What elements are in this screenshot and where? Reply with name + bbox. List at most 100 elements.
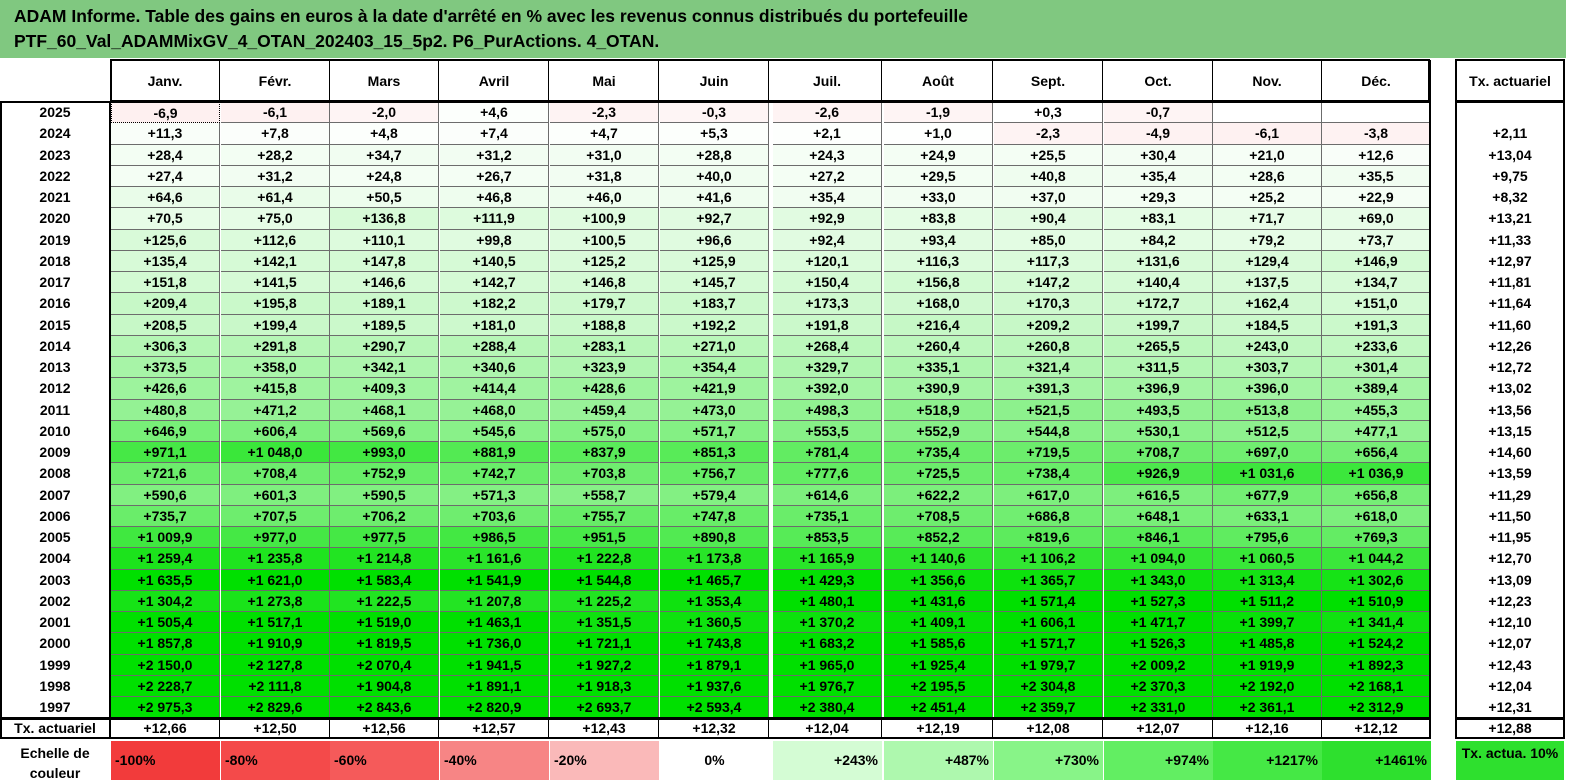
row-rate: +13,56	[1488, 401, 1532, 418]
heatmap-cell: +342,1	[330, 357, 439, 379]
footer-rate: +12,43	[550, 718, 659, 740]
heatmap-cell: +1 635,5	[111, 569, 220, 591]
heatmap-cell: +2 192,0	[1213, 675, 1322, 697]
heatmap-cell: -2,0	[330, 102, 439, 124]
heatmap-cell: -1,9	[884, 102, 993, 124]
heatmap-cell: +191,8	[773, 314, 882, 336]
heatmap-cell: +648,1	[1104, 505, 1213, 527]
heatmap-cell: +1 356,6	[884, 569, 993, 591]
heatmap-cell: +881,9	[440, 442, 549, 464]
year-label: 2003	[39, 571, 71, 588]
heatmap-cell: +1 341,4	[1322, 612, 1431, 634]
heatmap-cell: +1 527,3	[1104, 590, 1213, 612]
heatmap-cell: +189,1	[330, 293, 439, 315]
heatmap-cell: +96,6	[660, 229, 769, 251]
month-header: Nov.	[1213, 60, 1322, 102]
heatmap-cell: +706,2	[330, 505, 439, 527]
heatmap-cell: +37,0	[994, 187, 1103, 209]
heatmap-cell: +1 918,3	[550, 675, 659, 697]
month-header: Mai	[550, 60, 659, 102]
heatmap-cell: +396,0	[1213, 378, 1322, 400]
scale-rate-swatch: Tx. actua. 10%	[1456, 741, 1564, 780]
heatmap-cell: +24,3	[773, 144, 882, 166]
row-rate: +12,23	[1488, 592, 1532, 609]
heatmap-cell: +140,5	[440, 250, 549, 272]
heatmap-cell: +260,4	[884, 335, 993, 357]
year-label: 2001	[39, 614, 71, 630]
heatmap-cell: +209,4	[111, 293, 220, 315]
heatmap-cell: +1 965,0	[773, 654, 882, 676]
year-label: 2020	[39, 210, 71, 227]
heatmap-cell: +853,5	[773, 527, 882, 549]
heatmap-cell: +1 036,9	[1322, 463, 1431, 485]
heatmap-cell: +1 904,8	[330, 675, 439, 697]
heatmap-cell: +85,0	[994, 229, 1103, 251]
heatmap-cell: +35,4	[773, 187, 882, 209]
heatmap-cell: +61,4	[221, 187, 330, 209]
heatmap-cell: +1 511,2	[1213, 590, 1322, 612]
heatmap-cell: +150,4	[773, 272, 882, 294]
heatmap-cell: +2 975,3	[111, 697, 220, 719]
heatmap-cell: +1 094,0	[1104, 548, 1213, 570]
heatmap-cell: +191,3	[1322, 314, 1431, 336]
heatmap-cell: +335,1	[884, 357, 993, 379]
heatmap-cell: +601,3	[221, 484, 330, 506]
heatmap-cell: +5,3	[660, 123, 769, 145]
heatmap-cell: +606,4	[221, 420, 330, 442]
row-rate: +12,97	[1488, 252, 1532, 269]
heatmap-cell: +1 541,9	[440, 569, 549, 591]
heatmap-cell: +2 304,8	[994, 675, 1103, 697]
heatmap-cell: +707,5	[221, 505, 330, 527]
heatmap-cell: +414,4	[440, 378, 549, 400]
heatmap-cell: +521,5	[994, 399, 1103, 421]
heatmap-cell: -0,3	[660, 102, 769, 124]
month-header: Janv.	[111, 60, 220, 102]
heatmap-cell: +209,2	[994, 314, 1103, 336]
year-label: 2012	[39, 380, 71, 397]
heatmap-cell: +323,9	[550, 357, 659, 379]
heatmap-cell: +735,7	[111, 505, 220, 527]
heatmap-cell: +73,7	[1322, 229, 1431, 251]
heatmap-cell: +29,5	[884, 165, 993, 187]
heatmap-cell: +306,3	[111, 335, 220, 357]
heatmap-cell: +708,7	[1104, 442, 1213, 464]
year-label: 2008	[39, 465, 71, 482]
heatmap-cell: +1 235,8	[221, 548, 330, 570]
heatmap-cell: +25,2	[1213, 187, 1322, 209]
rate-header: Tx. actuariel	[1456, 60, 1564, 102]
heatmap-cell: +35,5	[1322, 165, 1431, 187]
heatmap-cell: +590,5	[330, 484, 439, 506]
heatmap-cell: +358,0	[221, 357, 330, 379]
heatmap-cell: +151,0	[1322, 293, 1431, 315]
heatmap-cell: +735,1	[773, 505, 882, 527]
heatmap-cell: +1 979,7	[994, 654, 1103, 676]
heatmap-cell: +1 044,2	[1322, 548, 1431, 570]
heatmap-cell: +1 140,6	[884, 548, 993, 570]
heatmap-cell: +1 721,1	[550, 633, 659, 655]
month-header: Juin	[660, 60, 769, 102]
footer-rate: +12,19	[884, 718, 993, 740]
row-rate: +12,72	[1488, 359, 1532, 375]
heatmap-cell: +340,6	[440, 357, 549, 379]
heatmap-cell: +415,8	[221, 378, 330, 400]
heatmap-cell: +131,6	[1104, 250, 1213, 272]
heatmap-cell: +571,3	[440, 484, 549, 506]
heatmap-cell: +837,9	[550, 442, 659, 464]
heatmap-cell: +182,2	[440, 293, 549, 315]
heatmap-cell: +755,7	[550, 505, 659, 527]
heatmap-cell: +614,6	[773, 484, 882, 506]
heatmap-cell: +656,8	[1322, 484, 1431, 506]
heatmap-cell: +12,6	[1322, 144, 1431, 166]
heatmap-cell: +1 429,3	[773, 569, 882, 591]
heatmap-cell: +2 228,7	[111, 675, 220, 697]
heatmap-cell: +1 409,1	[884, 612, 993, 634]
heatmap-cell: +1 351,5	[550, 612, 659, 634]
row-rate: +12,26	[1488, 337, 1532, 354]
heatmap-cell: +2 693,7	[550, 697, 659, 719]
footer-rate: +12,04	[773, 718, 882, 740]
heatmap-cell: +170,3	[994, 293, 1103, 315]
heatmap-cell: +2 070,4	[330, 654, 439, 676]
heatmap-cell: +28,2	[221, 144, 330, 166]
heatmap-cell: +1 736,0	[440, 633, 549, 655]
heatmap-cell: +260,8	[994, 335, 1103, 357]
